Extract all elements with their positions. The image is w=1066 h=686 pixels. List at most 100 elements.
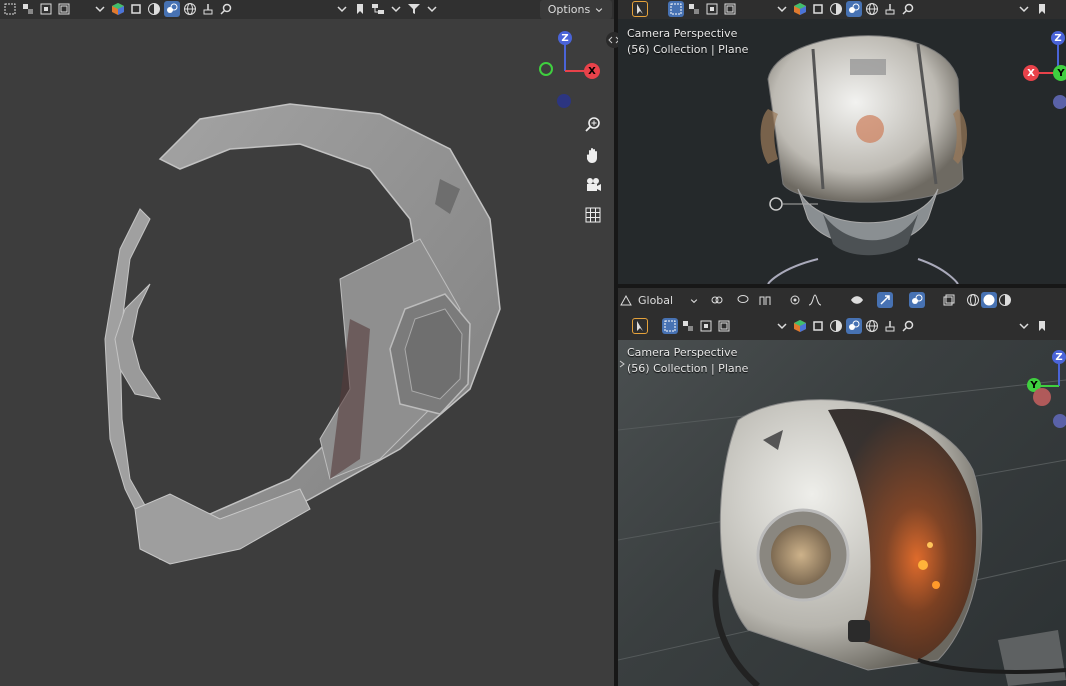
bookmark-icon[interactable] [352, 1, 368, 17]
select-extend-icon[interactable] [686, 1, 702, 17]
overlay-active-icon[interactable] [164, 1, 180, 17]
gizmo-z[interactable]: Z [558, 31, 572, 45]
transform-pivot-icon[interactable] [618, 292, 634, 308]
brush-icon[interactable] [882, 318, 898, 334]
helmet-wireframe-model [104, 103, 501, 565]
chevron-down-icon[interactable] [774, 1, 790, 17]
select-box-icon[interactable] [2, 1, 18, 17]
chevron-down-icon[interactable] [689, 291, 699, 310]
overlays-toggle-icon[interactable] [909, 292, 926, 308]
gizmo-z-negative[interactable] [557, 94, 571, 108]
select-box-icon[interactable] [668, 1, 684, 17]
snap-icon[interactable] [757, 292, 773, 308]
chevron-down-icon[interactable] [424, 1, 440, 17]
top-right-viewport-header [618, 0, 1066, 19]
perspective-toggle-button[interactable] [580, 202, 606, 228]
zoom-button[interactable] [580, 111, 606, 137]
options-button[interactable]: Options [540, 0, 612, 19]
axis-gizmo[interactable]: Z Y [1023, 348, 1066, 432]
link-icon[interactable] [709, 292, 725, 308]
globe-icon[interactable] [864, 1, 880, 17]
globe-icon[interactable] [864, 318, 880, 334]
object-icon[interactable] [128, 1, 144, 17]
gizmo-color-icon[interactable] [792, 1, 808, 17]
wireframe-shading-icon[interactable] [965, 292, 981, 308]
gizmo-z-negative[interactable] [1053, 414, 1066, 428]
select-invert-icon[interactable] [56, 1, 72, 17]
hand-icon [586, 148, 597, 163]
collection-label: (56) Collection | Plane [627, 362, 749, 375]
options-label: Options [547, 3, 591, 16]
select-invert-icon[interactable] [716, 318, 732, 334]
pan-button[interactable] [580, 142, 606, 168]
gizmo-y-negative[interactable] [539, 62, 553, 76]
chevron-down-icon[interactable] [334, 1, 350, 17]
material-shading-icon[interactable] [997, 292, 1013, 308]
left-3d-viewport[interactable]: Z X [0, 19, 614, 686]
proportional-edit-icon[interactable] [787, 292, 803, 308]
overlay-active-icon[interactable] [846, 1, 862, 17]
globe-icon[interactable] [182, 1, 198, 17]
gizmo-color-icon[interactable] [792, 318, 808, 334]
gizmo-x-negative[interactable] [1033, 388, 1051, 406]
overlay-active-icon[interactable] [846, 318, 862, 334]
chevron-down-icon[interactable] [1016, 1, 1032, 17]
falloff-icon[interactable] [807, 292, 823, 308]
object-icon[interactable] [810, 318, 826, 334]
material-icon[interactable] [828, 318, 844, 334]
grid-icon [585, 207, 601, 223]
select-invert-icon[interactable] [722, 1, 738, 17]
select-subtract-icon[interactable] [38, 1, 54, 17]
gizmo-z-negative[interactable] [1053, 95, 1066, 109]
cursor-tool-icon[interactable] [632, 1, 648, 17]
cursor-tool-icon[interactable] [632, 318, 648, 334]
orientation-select[interactable]: Global [638, 294, 673, 307]
bookmark-icon[interactable] [1034, 1, 1050, 17]
collection-label: (56) Collection | Plane [627, 43, 749, 56]
solid-shading-icon[interactable] [981, 292, 998, 308]
gizmo-toggle-icon[interactable] [877, 292, 894, 308]
select-extend-icon[interactable] [20, 1, 36, 17]
axis-gizmo[interactable]: Z X [525, 31, 605, 111]
chevron-down-icon[interactable] [388, 1, 404, 17]
gizmo-x[interactable]: X [1023, 65, 1039, 81]
camera-view-button[interactable] [580, 172, 606, 198]
top-right-camera-viewport[interactable]: Camera Perspective (56) Collection | Pla… [618, 19, 1066, 284]
select-subtract-icon[interactable] [704, 1, 720, 17]
select-extend-icon[interactable] [680, 318, 696, 334]
material-icon[interactable] [828, 1, 844, 17]
select-box-icon[interactable] [662, 318, 678, 334]
camera-icon [587, 178, 601, 191]
bookmark-icon[interactable] [1034, 318, 1050, 334]
filter-icon[interactable] [406, 1, 422, 17]
bottom-right-tool-header: Global [618, 288, 1066, 312]
gizmo-x[interactable]: X [584, 63, 600, 79]
material-icon[interactable] [146, 1, 162, 17]
bottom-right-camera-viewport[interactable]: Camera Perspective (56) Collection | Pla… [618, 340, 1066, 686]
area-divider-horizontal[interactable] [618, 284, 1066, 288]
gizmo-z[interactable]: Z [1051, 31, 1065, 45]
chevron-down-icon [594, 0, 604, 19]
gizmo-z[interactable]: Z [1052, 350, 1066, 364]
hierarchy-icon[interactable] [370, 1, 386, 17]
axis-gizmo[interactable]: Z X Y [1023, 29, 1066, 109]
xray-icon[interactable] [941, 292, 957, 308]
expand-sidebar-arrow[interactable] [618, 354, 626, 373]
object-icon[interactable] [810, 1, 826, 17]
gizmo-color-icon[interactable] [110, 1, 126, 17]
left-viewport-header: Options [0, 0, 614, 19]
visibility-icon[interactable] [849, 292, 865, 308]
helmet-render-front [618, 19, 1066, 284]
gizmo-y[interactable]: Y [1053, 65, 1066, 81]
search-icon[interactable] [900, 1, 916, 17]
view-type-label: Camera Perspective [627, 346, 738, 359]
select-subtract-icon[interactable] [698, 318, 714, 334]
chevron-down-icon[interactable] [1016, 318, 1032, 334]
lasso-icon[interactable] [735, 292, 751, 308]
chevron-down-icon[interactable] [92, 1, 108, 17]
chevron-down-icon[interactable] [774, 318, 790, 334]
search-icon[interactable] [218, 1, 234, 17]
brush-icon[interactable] [882, 1, 898, 17]
search-icon[interactable] [900, 318, 916, 334]
brush-icon[interactable] [200, 1, 216, 17]
